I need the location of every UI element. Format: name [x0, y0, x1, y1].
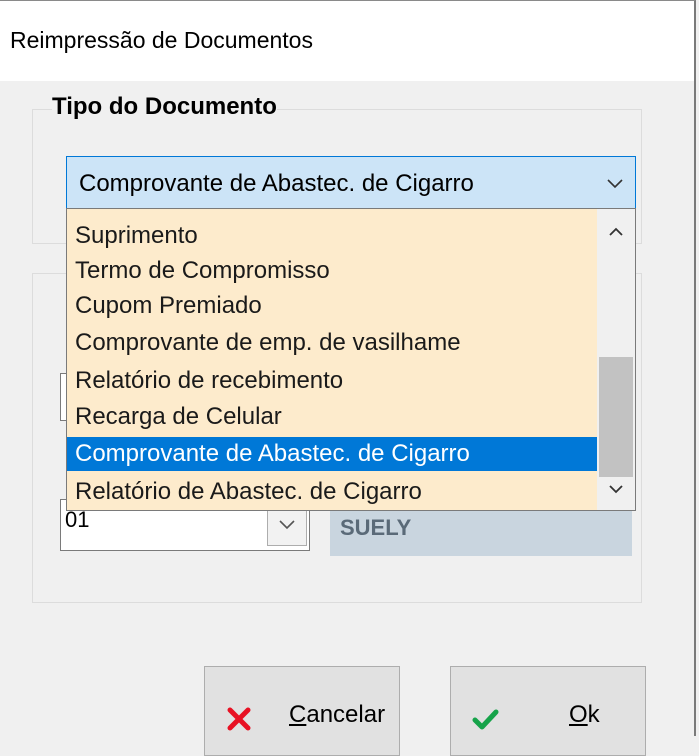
- check-icon: [472, 709, 499, 730]
- chevron-down-icon: [609, 485, 623, 494]
- chevron-down-icon: [607, 179, 623, 189]
- scroll-up-button[interactable]: [597, 215, 635, 249]
- title-bar: Reimpressão de Documentos: [0, 1, 694, 81]
- scroll-down-button[interactable]: [597, 472, 635, 506]
- list-item[interactable]: Suprimento: [67, 219, 597, 253]
- cancel-label: Cancelar: [289, 701, 386, 728]
- chevron-up-icon: [609, 227, 623, 236]
- list-item[interactable]: Comprovante de emp. de vasilhame: [67, 326, 597, 360]
- x-icon: [227, 707, 251, 731]
- document-type-value: Comprovante de Abastec. de Cigarro: [79, 170, 474, 197]
- document-type-combo[interactable]: Comprovante de Abastec. de Cigarro: [66, 156, 636, 209]
- dropdown-scrollbar[interactable]: [597, 209, 635, 510]
- list-item[interactable]: Cupom Premiado: [67, 289, 597, 323]
- document-type-dropdown-list[interactable]: Suprimento Termo de Compromisso Cupom Pr…: [66, 208, 636, 511]
- scrollbar-thumb[interactable]: [599, 357, 633, 477]
- window-title: Reimpressão de Documentos: [10, 27, 313, 53]
- list-item[interactable]: Relatório de Abastec. de Cigarro: [67, 475, 597, 509]
- ok-button[interactable]: Ok: [450, 666, 646, 756]
- list-item[interactable]: Relatório de recebimento: [67, 364, 597, 398]
- list-item[interactable]: Recarga de Celular: [67, 400, 597, 434]
- document-type-label: Tipo do Documento: [52, 93, 277, 121]
- ok-label: Ok: [569, 701, 600, 728]
- combo-dropdown-button[interactable]: [595, 157, 635, 208]
- operator-name: SUELY: [340, 515, 412, 540]
- dialog-window: Reimpressão de Documentos Tipo do Docume…: [0, 0, 696, 756]
- cancel-button[interactable]: Cancelar: [204, 666, 400, 756]
- list-item[interactable]: Termo de Compromisso: [67, 254, 597, 288]
- list-item-selected[interactable]: Comprovante de Abastec. de Cigarro: [67, 437, 597, 471]
